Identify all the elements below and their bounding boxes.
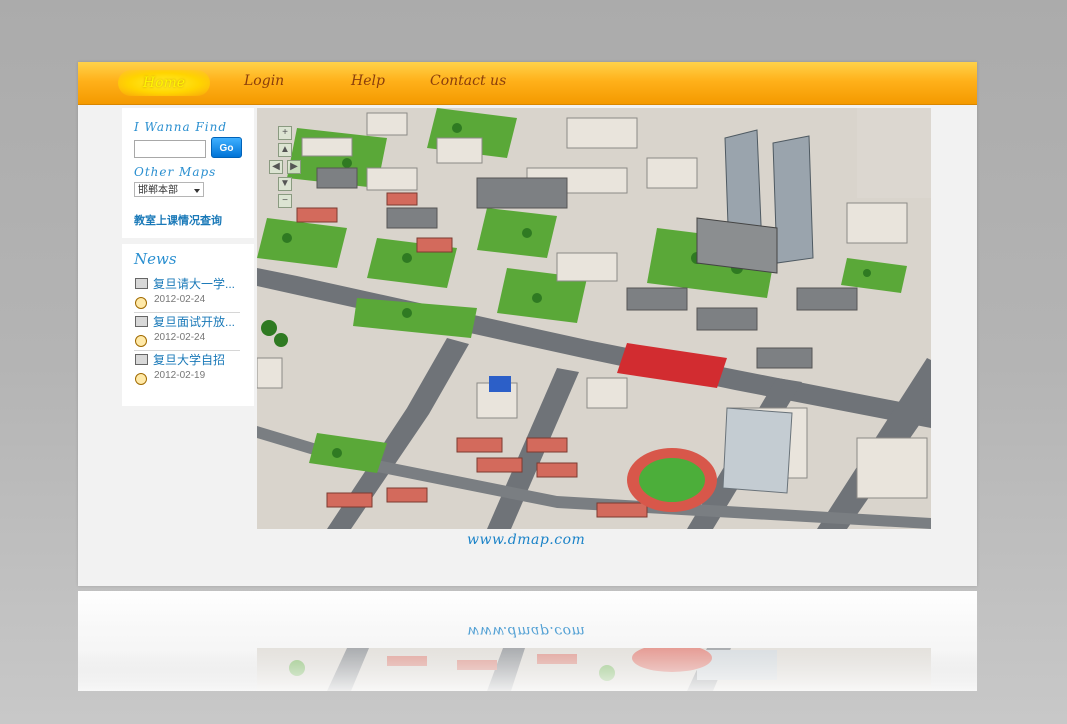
campus-select-value: 邯郸本部 bbox=[138, 185, 178, 196]
chevron-down-icon bbox=[194, 189, 200, 193]
news-item: 复旦请大一学... 2012-02-24 bbox=[134, 274, 240, 313]
news-item: 复旦大学自招 2012-02-19 bbox=[134, 350, 240, 388]
news-link[interactable]: 复旦大学自招 bbox=[153, 351, 241, 368]
zoom-out-icon[interactable]: − bbox=[278, 194, 292, 208]
news-date: 2012-02-19 bbox=[154, 370, 206, 381]
classroom-query-link[interactable]: 教室上课情况查询 bbox=[134, 212, 222, 228]
search-input[interactable] bbox=[134, 140, 206, 158]
site-url[interactable]: www.dmap.com bbox=[467, 532, 585, 548]
top-navbar: Home Login Help Contact us bbox=[78, 62, 977, 105]
map-zoom-controls: + ▲ ◀ ▶ ▼ − bbox=[269, 123, 301, 213]
clock-icon bbox=[135, 335, 147, 347]
news-icon bbox=[135, 354, 148, 365]
pan-left-icon[interactable]: ◀ bbox=[269, 160, 283, 174]
find-title: I Wanna Find bbox=[134, 120, 227, 134]
page-reflection: www.dmap.com bbox=[78, 591, 977, 691]
news-date: 2012-02-24 bbox=[154, 294, 206, 305]
news-panel: News 复旦请大一学... 2012-02-24 复旦面试开放... 2012… bbox=[122, 244, 254, 406]
page-container: Home Login Help Contact us I Wanna Find … bbox=[78, 62, 977, 586]
pan-up-icon[interactable]: ▲ bbox=[278, 143, 292, 157]
other-maps-title: Other Maps bbox=[134, 165, 217, 179]
zoom-in-icon[interactable]: + bbox=[278, 126, 292, 140]
nav-contact-us[interactable]: Contact us bbox=[430, 73, 506, 89]
news-icon bbox=[135, 316, 148, 327]
nav-help[interactable]: Help bbox=[351, 73, 385, 89]
go-button[interactable]: Go bbox=[211, 137, 242, 158]
news-link[interactable]: 复旦面试开放... bbox=[153, 313, 241, 330]
pan-down-icon[interactable]: ▼ bbox=[278, 177, 292, 191]
campus-map[interactable]: + ▲ ◀ ▶ ▼ − bbox=[257, 108, 931, 529]
news-icon bbox=[135, 278, 148, 289]
campus-select[interactable]: 邯郸本部 bbox=[134, 182, 204, 197]
news-link[interactable]: 复旦请大一学... bbox=[153, 275, 241, 292]
find-panel: I Wanna Find Go Other Maps 邯郸本部 教室上课情况查询 bbox=[122, 108, 254, 238]
clock-icon bbox=[135, 297, 147, 309]
pan-right-icon[interactable]: ▶ bbox=[287, 160, 301, 174]
news-date: 2012-02-24 bbox=[154, 332, 206, 343]
news-title: News bbox=[134, 250, 177, 268]
news-item: 复旦面试开放... 2012-02-24 bbox=[134, 312, 240, 351]
map-image bbox=[257, 108, 931, 529]
reflection-fade bbox=[78, 591, 977, 691]
nav-login[interactable]: Login bbox=[244, 73, 284, 89]
nav-home[interactable]: Home bbox=[118, 70, 210, 96]
clock-icon bbox=[135, 373, 147, 385]
